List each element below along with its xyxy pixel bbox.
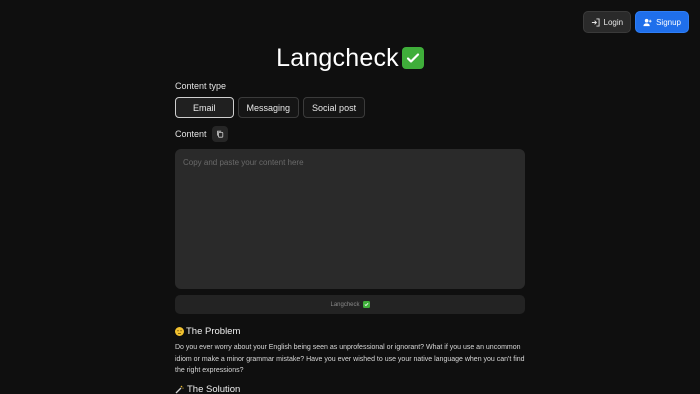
langcheck-button[interactable]: Langcheck xyxy=(175,295,525,314)
problem-text: Do you ever worry about your English bei… xyxy=(175,344,525,374)
page-title: Langcheck xyxy=(0,44,700,73)
paste-button[interactable] xyxy=(211,126,228,142)
problem-heading: The Problem xyxy=(175,326,525,337)
login-button[interactable]: Login xyxy=(582,11,632,33)
content-type-social-post[interactable]: Social post xyxy=(303,97,366,118)
check-mark-button-icon xyxy=(401,47,424,69)
signup-button[interactable]: Signup xyxy=(635,11,689,33)
content-type-selector: Email Messaging Social post xyxy=(175,97,525,118)
langcheck-button-label: Langcheck xyxy=(330,301,360,308)
problem-title: The Problem xyxy=(186,326,241,337)
add-user-icon xyxy=(643,18,652,27)
content-type-label: Content type xyxy=(175,81,227,91)
content-placeholder: Copy and paste your content here xyxy=(183,158,304,167)
copy-icon xyxy=(216,130,223,138)
content-label: Content xyxy=(175,129,207,139)
magic-wand-icon xyxy=(175,385,184,394)
main-form: Content type Email Messaging Social post… xyxy=(175,81,525,394)
worried-face-icon xyxy=(175,327,184,336)
solution-title: The Solution xyxy=(187,383,241,394)
login-label: Login xyxy=(603,17,624,27)
check-mark-icon xyxy=(362,301,370,308)
content-header: Content xyxy=(175,126,525,142)
signup-label: Signup xyxy=(656,17,681,27)
content-input[interactable]: Copy and paste your content here xyxy=(175,149,525,289)
login-icon xyxy=(591,17,600,27)
content-type-email[interactable]: Email xyxy=(175,97,234,118)
page: Login Signup Langcheck Content type Emai… xyxy=(0,0,700,394)
auth-buttons: Login Signup xyxy=(582,11,689,33)
content-type-messaging[interactable]: Messaging xyxy=(237,97,300,118)
app-title: Langcheck xyxy=(276,44,399,72)
solution-heading: The Solution xyxy=(175,384,525,394)
